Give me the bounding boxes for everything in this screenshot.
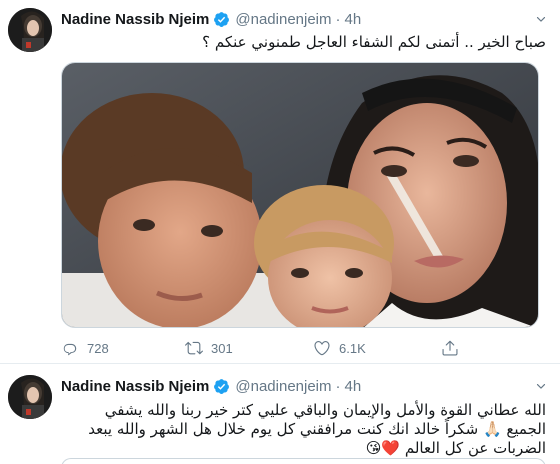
avatar-photo (8, 375, 52, 419)
share-icon (442, 340, 458, 356)
avatar[interactable] (8, 375, 52, 419)
tweet-actions: 728 301 6.1K (61, 338, 501, 358)
reply-icon (63, 343, 77, 356)
selfie-photo (62, 63, 538, 327)
display-name[interactable]: Nadine Nassib Njeim (61, 11, 209, 28)
heart-icon (314, 341, 330, 356)
handle[interactable]: @nadinenjeim (235, 378, 331, 395)
avatar-photo (8, 8, 52, 52)
avatar[interactable] (8, 8, 52, 52)
retweet-button[interactable]: 301 (185, 339, 233, 357)
retweet-icon (185, 341, 203, 355)
share-button[interactable] (441, 339, 459, 357)
tweet-header: Nadine Nassib Njeim @nadinenjeim · 4h (61, 376, 361, 396)
chevron-down-icon[interactable] (534, 379, 548, 393)
quoted-card-edge (61, 458, 546, 464)
like-count: 6.1K (339, 340, 366, 356)
like-button[interactable]: 6.1K (313, 339, 366, 357)
tweet-media-photo[interactable] (61, 62, 539, 328)
tweet-header: Nadine Nassib Njeim @nadinenjeim · 4h (61, 9, 361, 29)
retweet-count: 301 (211, 340, 233, 356)
separator: · (335, 377, 341, 395)
tweet-text: صباح الخير .. أتمنى لكم الشفاء العاجل طم… (202, 33, 546, 51)
separator: · (335, 10, 341, 28)
chevron-down-icon[interactable] (534, 12, 548, 26)
timestamp[interactable]: 4h (345, 11, 362, 28)
reply-count: 728 (87, 340, 109, 356)
handle[interactable]: @nadinenjeim (235, 11, 331, 28)
tweet[interactable]: Nadine Nassib Njeim @nadinenjeim · 4h صب… (0, 0, 560, 364)
verified-badge-icon (214, 11, 230, 27)
timestamp[interactable]: 4h (345, 378, 362, 395)
reply-button[interactable]: 728 (61, 339, 109, 357)
tweet-text: الله عطاني القوة والأمل والإيمان والباقي… (88, 401, 546, 457)
tweet[interactable]: Nadine Nassib Njeim @nadinenjeim · 4h ال… (0, 365, 560, 464)
display-name[interactable]: Nadine Nassib Njeim (61, 378, 209, 395)
verified-badge-icon (214, 378, 230, 394)
